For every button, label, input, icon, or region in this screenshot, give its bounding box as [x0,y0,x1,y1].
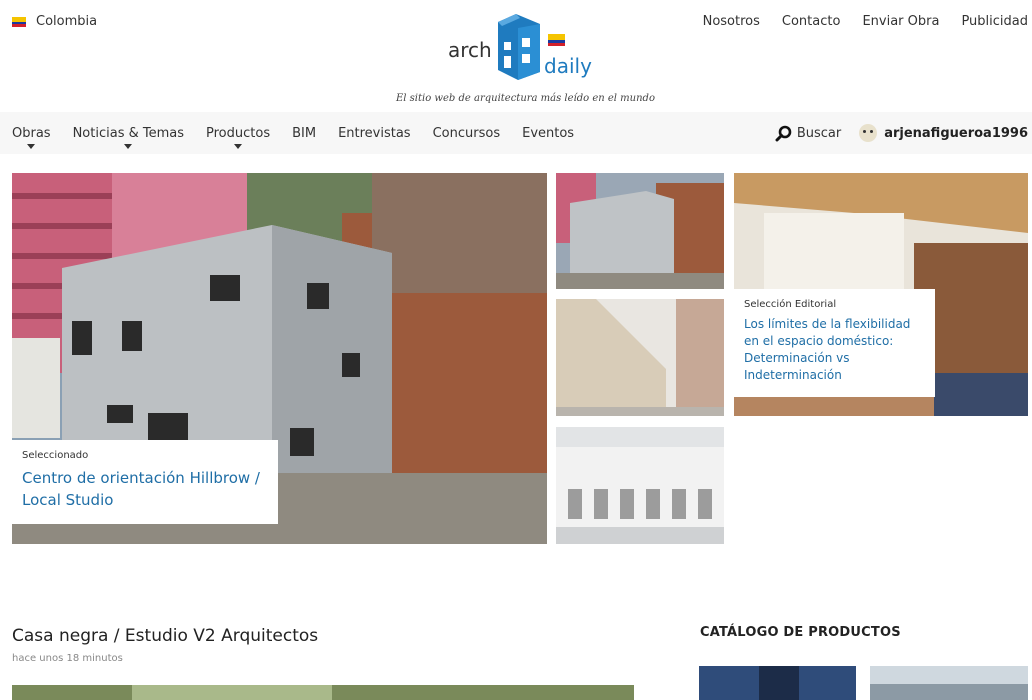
thumb-image [556,299,724,416]
nav-label: BIM [292,126,317,141]
caret-down-icon [234,144,243,149]
link-publicidad[interactable]: Publicidad [961,14,1028,29]
avatar [859,124,878,142]
user-menu[interactable]: arjenafigueroa1996 [859,124,1028,142]
link-nosotros[interactable]: Nosotros [703,14,760,29]
username: arjenafigueroa1996 [884,125,1028,141]
logo-word-daily: daily [544,54,592,78]
search-label: Buscar [796,125,842,141]
nav-label: Entrevistas [338,126,411,141]
nav-item-entrevistas[interactable]: Entrevistas [338,126,411,141]
article-time: hace unos 18 minutos [12,653,123,664]
nav-label: Obras [12,126,51,141]
site-tagline: El sitio web de arquitectura más leído e… [396,93,655,104]
search-icon [775,125,792,141]
link-contacto[interactable]: Contacto [782,14,841,29]
article-image-graphic [12,685,634,700]
article-image[interactable] [12,685,634,700]
nav-label: Noticias & Temas [72,126,184,141]
editorial-label: Selección Editorial [744,299,837,310]
nav-item-eventos[interactable]: Eventos [522,126,574,141]
thumb-building-beige[interactable] [556,299,724,416]
country-label: Colombia [36,14,98,29]
thumb-hillbrow[interactable] [556,173,724,289]
nav-item-concursos[interactable]: Concursos [433,126,501,141]
article-title[interactable]: Casa negra / Estudio V2 Arquitectos [12,626,318,646]
catalog-title: CATÁLOGO DE PRODUCTOS [700,625,901,640]
editorial-caption[interactable]: Selección Editorial Los límites de la fl… [734,289,935,397]
archdaily-logo[interactable]: arch daily [448,8,598,88]
main-nav: Obras Noticias & Temas Productos BIM Ent… [0,112,1032,154]
thumb-image [556,173,724,289]
top-links: Nosotros Contacto Enviar Obra Publicidad [703,14,1028,29]
selected-label: Seleccionado [22,450,89,461]
catalog-item[interactable] [870,666,1028,700]
caret-down-icon [124,144,133,149]
editorial-title[interactable]: Los límites de la flexibilidad en el esp… [744,316,925,384]
country-selector[interactable]: Colombia [12,14,97,29]
editorial-card[interactable]: Selección Editorial Los límites de la fl… [734,173,1028,416]
caret-down-icon [27,144,36,149]
catalog-image [870,666,1028,700]
catalog-item[interactable] [699,666,856,700]
nav-item-noticias[interactable]: Noticias & Temas [72,126,184,149]
hero-main-card[interactable]: Seleccionado Centro de orientación Hillb… [12,173,547,544]
nav-item-productos[interactable]: Productos [206,126,271,149]
nav-item-obras[interactable]: Obras [12,126,51,149]
search-button[interactable]: Buscar [775,125,841,142]
nav-label: Concursos [432,126,501,141]
nav-item-bim[interactable]: BIM [292,126,316,141]
hero-main-title[interactable]: Centro de orientación Hillbrow / Local S… [22,467,268,511]
nav-label: Eventos [522,126,575,141]
thumb-building-white[interactable] [556,427,724,544]
hero-main-caption[interactable]: Seleccionado Centro de orientación Hillb… [12,440,278,524]
nav-label: Productos [206,126,271,141]
thumb-image [556,427,724,544]
link-enviar-obra[interactable]: Enviar Obra [862,14,939,29]
colombia-flag-icon [12,16,26,27]
catalog-image [699,666,856,700]
